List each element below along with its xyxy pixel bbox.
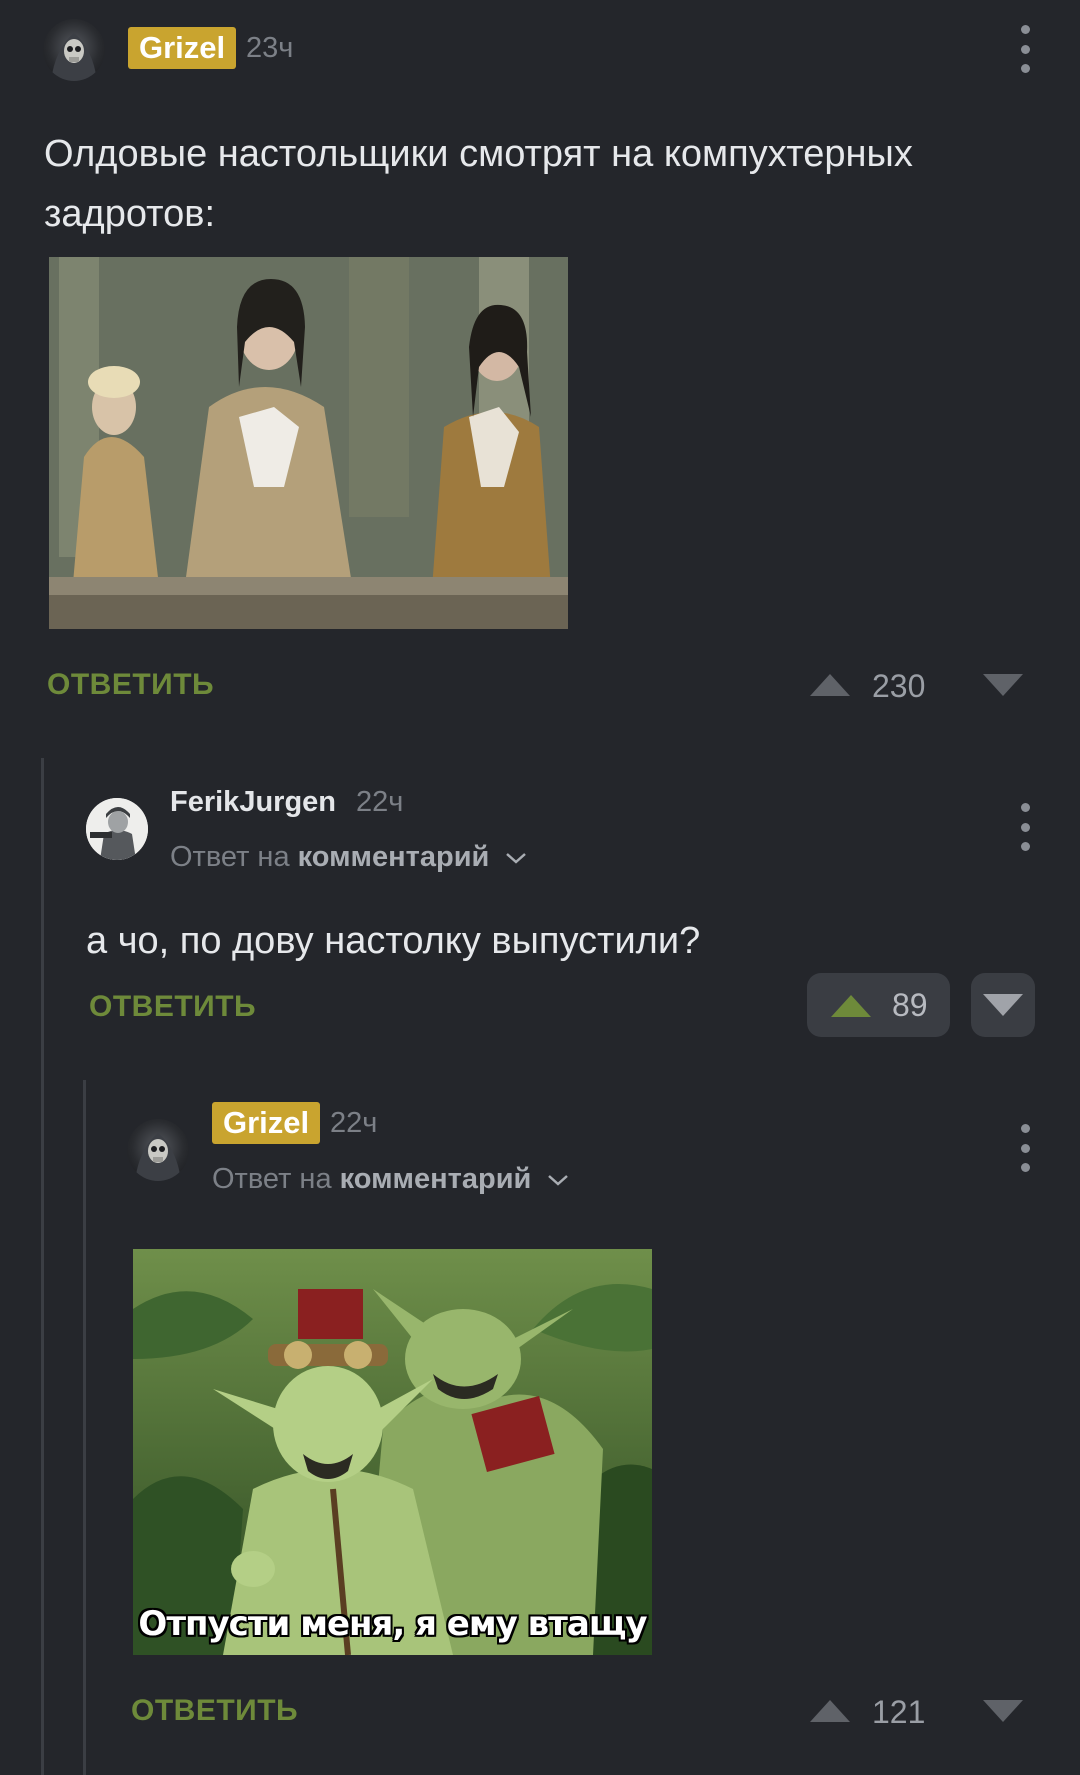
reply-button[interactable]: ОТВЕТИТЬ [47, 668, 214, 702]
soldier-avatar-icon [86, 798, 148, 860]
comment-time: 23ч [246, 32, 294, 64]
author-badge[interactable]: Grizel [212, 1102, 321, 1144]
goblin-meme-image [133, 1249, 652, 1655]
avatar[interactable] [43, 19, 105, 81]
downvote-pill[interactable] [971, 973, 1035, 1037]
thread-line-2 [83, 1080, 86, 1775]
comment-image[interactable] [49, 257, 568, 629]
downvote-arrow-icon[interactable] [983, 1700, 1023, 1722]
author-badge[interactable]: Grizel [128, 27, 237, 69]
reply-to-prefix: Ответ на [212, 1163, 332, 1195]
chevron-down-icon[interactable] [545, 1171, 571, 1189]
upvote-arrow-icon[interactable] [831, 995, 871, 1017]
chevron-down-icon[interactable] [503, 849, 529, 867]
comment-score: 121 [872, 1694, 926, 1730]
meme-caption: Отпусти меня, я ему втащу [138, 1604, 647, 1644]
author-name[interactable]: FerikJurgen [170, 786, 336, 819]
more-vertical-icon[interactable] [1010, 1124, 1040, 1172]
reply-to-target[interactable]: комментарий [340, 1163, 532, 1195]
comment-time: 22ч [330, 1107, 378, 1139]
reply-button[interactable]: ОТВЕТИТЬ [89, 990, 256, 1024]
upvote-arrow-icon[interactable] [810, 674, 850, 696]
reply-to-prefix: Ответ на [170, 841, 290, 873]
comment-score: 230 [872, 668, 926, 704]
reply-to-target[interactable]: комментарий [298, 841, 490, 873]
comment-score: 89 [892, 987, 928, 1023]
avatar[interactable] [86, 798, 148, 860]
skull-avatar-icon [51, 33, 97, 81]
reply-to-link[interactable]: Ответ на комментарий [170, 841, 529, 874]
comment-text: а чо, по дову настолку выпустили? [86, 920, 701, 962]
more-vertical-icon[interactable] [1010, 803, 1040, 851]
reply-button[interactable]: ОТВЕТИТЬ [131, 1694, 298, 1728]
downvote-arrow-icon[interactable] [983, 994, 1023, 1016]
reply-to-link[interactable]: Ответ на комментарий [212, 1163, 571, 1196]
avatar[interactable] [127, 1119, 189, 1181]
comment-time: 22ч [356, 786, 404, 818]
skull-avatar-icon [135, 1133, 181, 1181]
thread-line-1 [41, 758, 44, 1775]
downvote-arrow-icon[interactable] [983, 674, 1023, 696]
costume-scene-image [49, 257, 568, 629]
comment-text: Олдовые настольщики смотрят на компухтер… [44, 133, 913, 235]
more-vertical-icon[interactable] [1010, 25, 1040, 73]
upvote-arrow-icon[interactable] [810, 1700, 850, 1722]
upvote-pill[interactable]: 89 [807, 973, 950, 1037]
comment-image[interactable]: Отпусти меня, я ему втащу [133, 1249, 652, 1655]
